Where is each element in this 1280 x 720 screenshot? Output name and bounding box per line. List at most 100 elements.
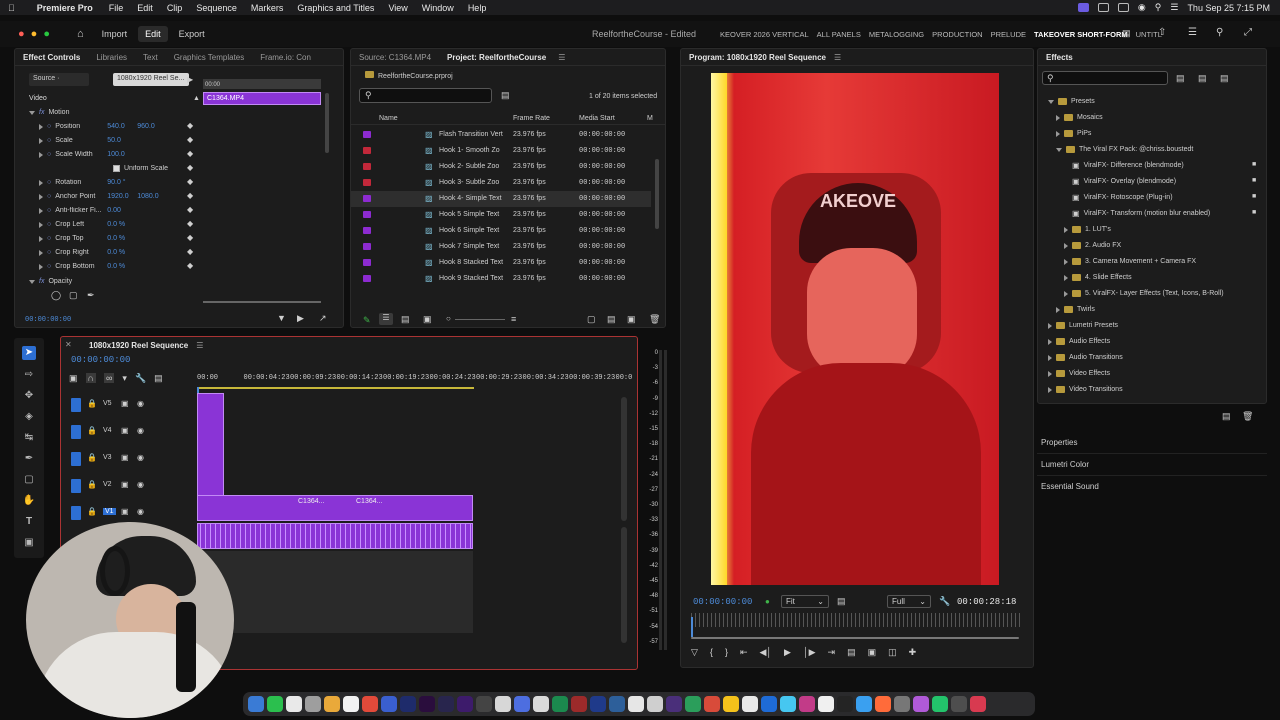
zoom-slider-track[interactable] (455, 319, 505, 320)
property-value[interactable]: 0.0 % (107, 249, 137, 256)
timeline-timecode[interactable]: 00:00:00:00 (71, 355, 130, 365)
linked-selection-icon[interactable]: ∞ (103, 373, 115, 383)
video-scrollbar[interactable] (621, 397, 627, 521)
expand-icon[interactable] (1048, 386, 1052, 393)
dock-app-icon[interactable] (305, 696, 321, 712)
sequence-clip-dropdown[interactable]: 1080x1920 Reel Se... (113, 73, 189, 86)
fx-icon[interactable]: ○ (47, 151, 51, 158)
effects-tree-item[interactable]: Video Effects (1048, 367, 1110, 380)
effects-tree-item[interactable]: Audio Transitions (1048, 351, 1123, 364)
expand-icon[interactable] (1064, 258, 1068, 265)
sync-lock-icon[interactable]: ▣ (121, 480, 129, 489)
preset-takeover[interactable]: TAKEOVER SHORT-FORM (1034, 30, 1128, 39)
tab-graphics-templates[interactable]: Graphics Templates (166, 53, 253, 62)
extract-icon[interactable]: ▣ (868, 647, 877, 661)
menu-edit[interactable]: Edit (137, 3, 153, 13)
toggle-output-icon[interactable]: ◉ (137, 399, 144, 408)
toggle-output-icon[interactable]: ◉ (137, 480, 144, 489)
lock-track-icon[interactable]: 🔒 (87, 507, 97, 516)
razor-tool-icon[interactable]: ◈ (22, 410, 36, 424)
col-media-start[interactable]: Media Start (579, 115, 615, 122)
effects-tree-item[interactable]: ▣ ViralFX- Rotoscope (Plug-in) (1072, 191, 1173, 204)
tab-export[interactable]: Export (172, 26, 212, 42)
yuv-effects-icon[interactable]: ▤ (1220, 73, 1229, 84)
project-item-row[interactable]: ▨ Hook 5 Simple Text 23.976 fps 00:00:00:00 (351, 207, 651, 223)
fx-icon[interactable]: ○ (47, 123, 51, 130)
expand-icon[interactable] (1056, 130, 1060, 137)
panel-menu-icon[interactable]: ☰ (834, 53, 841, 62)
sort-icon[interactable]: ≡ (511, 314, 516, 324)
dock-app-icon[interactable] (362, 696, 378, 712)
dock-app-icon[interactable] (856, 696, 872, 712)
project-item-row[interactable]: ▨ Hook 6 Simple Text 23.976 fps 00:00:00:00 (351, 223, 651, 239)
tab-program[interactable]: Program: 1080x1920 Reel Sequence (681, 53, 834, 62)
hand-tool-icon[interactable]: ✋ (22, 494, 36, 508)
fx-icon[interactable]: ○ (47, 137, 51, 144)
effects-tree-item[interactable]: ▣ ViralFX- Overlay (blendmode) (1072, 175, 1176, 188)
project-item-row[interactable]: ▨ Hook 4- Simple Text 23.976 fps 00:00:00:0… (351, 191, 651, 207)
dock-app-icon[interactable] (894, 696, 910, 712)
minimize-window-icon[interactable]: ● (31, 28, 38, 40)
ec-property-row[interactable]: ○ Scale 50.0 (39, 134, 199, 147)
source-patch[interactable] (71, 452, 81, 466)
search-spotlight-icon[interactable]: ⚲ (1155, 2, 1162, 13)
effects-tree-item[interactable]: Twirls (1056, 303, 1095, 316)
find-icon[interactable]: ▢ (587, 314, 596, 325)
dock-app-icon[interactable] (571, 696, 587, 712)
keyframe-toggle-icon[interactable]: ◆ (187, 135, 193, 144)
source-patch[interactable] (71, 479, 81, 493)
wrench-icon[interactable]: 🔧 (939, 596, 950, 607)
preset-all-panels[interactable]: ALL PANELS (817, 30, 861, 39)
panel-menu-icon[interactable]: ☰ (558, 53, 565, 62)
preset-prelude[interactable]: PRELUDE (991, 30, 1026, 39)
keyframe-toggle-icon[interactable]: ◆ (187, 149, 193, 158)
col-frame-rate[interactable]: Frame Rate (513, 115, 550, 122)
project-item-row[interactable]: ▨ Hook 2- Subtle Zoo 23.976 fps 00:00:00:00 (351, 159, 651, 175)
pencil-icon[interactable]: ✎ (363, 315, 371, 326)
home-icon[interactable]: ⌂ (70, 25, 91, 43)
delete-effect-icon[interactable]: 🗑 (1242, 411, 1253, 422)
preset-metalogging[interactable]: METALOGGING (869, 30, 924, 39)
audio-scrollbar[interactable] (621, 527, 627, 643)
mark-out-icon[interactable]: } (725, 647, 728, 661)
dock-app-icon[interactable] (476, 696, 492, 712)
expand-icon[interactable] (39, 137, 43, 144)
panel-menu-icon[interactable]: ☰ (196, 341, 203, 350)
preset-production[interactable]: PRODUCTION (932, 30, 982, 39)
dock-app-icon[interactable] (970, 696, 986, 712)
share-icon[interactable]: ⇧ (1158, 27, 1166, 38)
effects-tree-item[interactable]: Presets (1048, 95, 1095, 108)
caption-tool-icon[interactable]: ▣ (22, 536, 36, 550)
resolution-select[interactable]: Full ⌄ (887, 595, 931, 608)
col-name[interactable]: Name (379, 115, 398, 122)
ec-property-row[interactable]: ○ Scale Width 100.0 (39, 148, 199, 161)
menu-sequence[interactable]: Sequence (196, 3, 237, 13)
expand-icon[interactable] (1048, 354, 1052, 361)
track-label[interactable]: V5 (103, 400, 112, 407)
zoom-window-icon[interactable]: ● (43, 28, 50, 40)
ec-property-row[interactable]: ○ Crop Bottom 0.0 % (39, 260, 199, 273)
expand-icon[interactable] (1048, 370, 1052, 377)
menu-clip[interactable]: Clip (167, 3, 183, 13)
menu-icon[interactable]: ☰ (1188, 27, 1197, 38)
menu-window[interactable]: Window (422, 3, 454, 13)
dock-app-icon[interactable] (932, 696, 948, 712)
dock-app-icon[interactable] (609, 696, 625, 712)
new-item-icon[interactable]: ▣ (627, 314, 636, 325)
effects-tree-item[interactable]: Audio Effects (1048, 335, 1110, 348)
tab-source[interactable]: Source: C1364.MP4 (351, 53, 439, 62)
track-label[interactable]: V1 (103, 508, 116, 515)
close-tab-icon[interactable]: ✕ (65, 340, 72, 349)
menu-markers[interactable]: Markers (251, 3, 284, 13)
tab-project[interactable]: Project: ReelfortheCourse (439, 53, 554, 62)
play-only-icon[interactable]: ▶ (187, 75, 193, 84)
step-forward-icon[interactable]: │▶ (803, 647, 816, 661)
dock-app-icon[interactable] (666, 696, 682, 712)
program-video-frame[interactable]: AKEOVE (711, 73, 999, 585)
fx-icon[interactable]: ○ (47, 207, 51, 214)
expand-icon[interactable] (29, 110, 35, 115)
dock-app-icon[interactable] (628, 696, 644, 712)
effects-search-input[interactable]: ⚲ (1042, 71, 1168, 85)
freeform-view-icon[interactable]: ▣ (423, 314, 432, 325)
toggle-output-icon[interactable]: ◉ (137, 507, 144, 516)
